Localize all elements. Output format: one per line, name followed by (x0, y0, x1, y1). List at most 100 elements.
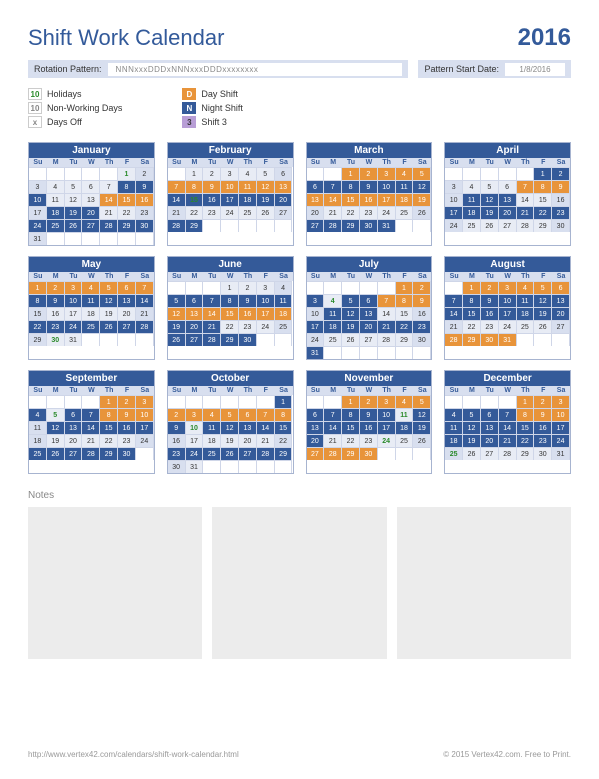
day-cell[interactable]: 20 (499, 206, 517, 219)
day-cell[interactable]: 17 (29, 206, 47, 219)
day-cell[interactable]: 19 (534, 307, 552, 320)
day-cell[interactable]: 18 (239, 193, 257, 206)
day-cell[interactable]: 1 (221, 281, 239, 294)
day-cell[interactable]: 21 (445, 320, 463, 333)
day-cell[interactable]: 15 (118, 193, 136, 206)
day-cell[interactable]: 12 (413, 408, 431, 421)
day-cell[interactable]: 2 (552, 167, 570, 180)
day-cell[interactable]: 7 (100, 180, 118, 193)
day-cell[interactable]: 4 (396, 167, 414, 180)
day-cell[interactable]: 28 (378, 333, 396, 346)
day-cell[interactable]: 15 (29, 307, 47, 320)
day-cell[interactable]: 6 (82, 180, 100, 193)
day-cell[interactable]: 30 (413, 333, 431, 346)
day-cell[interactable]: 26 (168, 333, 186, 346)
day-cell[interactable]: 22 (463, 320, 481, 333)
day-cell[interactable]: 19 (47, 434, 65, 447)
day-cell[interactable]: 3 (186, 408, 204, 421)
day-cell[interactable]: 21 (100, 206, 118, 219)
day-cell[interactable]: 2 (534, 395, 552, 408)
day-cell[interactable]: 1 (396, 281, 414, 294)
day-cell[interactable]: 3 (378, 395, 396, 408)
day-cell[interactable]: 1 (463, 281, 481, 294)
day-cell[interactable]: 24 (378, 206, 396, 219)
day-cell[interactable]: 4 (445, 408, 463, 421)
day-cell[interactable]: 8 (118, 180, 136, 193)
day-cell[interactable]: 17 (378, 193, 396, 206)
day-cell[interactable]: 14 (517, 193, 535, 206)
day-cell[interactable]: 22 (342, 434, 360, 447)
day-cell[interactable]: 25 (203, 447, 221, 460)
day-cell[interactable]: 27 (82, 219, 100, 232)
day-cell[interactable]: 16 (481, 307, 499, 320)
day-cell[interactable]: 24 (29, 219, 47, 232)
day-cell[interactable]: 5 (534, 281, 552, 294)
day-cell[interactable]: 25 (396, 206, 414, 219)
day-cell[interactable]: 17 (136, 421, 154, 434)
day-cell[interactable]: 18 (47, 206, 65, 219)
day-cell[interactable]: 22 (517, 434, 535, 447)
day-cell[interactable]: 4 (275, 281, 293, 294)
day-cell[interactable]: 10 (29, 193, 47, 206)
day-cell[interactable]: 15 (342, 193, 360, 206)
day-cell[interactable]: 8 (534, 180, 552, 193)
day-cell[interactable]: 4 (463, 180, 481, 193)
day-cell[interactable]: 28 (499, 447, 517, 460)
day-cell[interactable]: 12 (257, 180, 275, 193)
day-cell[interactable]: 18 (396, 193, 414, 206)
day-cell[interactable]: 10 (552, 408, 570, 421)
day-cell[interactable]: 10 (307, 307, 325, 320)
day-cell[interactable]: 10 (136, 408, 154, 421)
day-cell[interactable]: 13 (275, 180, 293, 193)
day-cell[interactable]: 17 (221, 193, 239, 206)
day-cell[interactable]: 21 (82, 434, 100, 447)
start-date-value[interactable]: 1/8/2016 (505, 63, 565, 76)
day-cell[interactable]: 3 (499, 281, 517, 294)
day-cell[interactable]: 17 (552, 421, 570, 434)
day-cell[interactable]: 5 (221, 408, 239, 421)
day-cell[interactable]: 26 (463, 447, 481, 460)
day-cell[interactable]: 27 (307, 219, 325, 232)
day-cell[interactable]: 23 (552, 206, 570, 219)
day-cell[interactable]: 25 (47, 219, 65, 232)
day-cell[interactable]: 10 (65, 294, 83, 307)
day-cell[interactable]: 14 (100, 193, 118, 206)
day-cell[interactable]: 8 (342, 180, 360, 193)
day-cell[interactable]: 19 (413, 421, 431, 434)
day-cell[interactable]: 18 (82, 307, 100, 320)
day-cell[interactable]: 2 (203, 167, 221, 180)
day-cell[interactable]: 22 (29, 320, 47, 333)
day-cell[interactable]: 29 (221, 333, 239, 346)
note-box[interactable] (397, 507, 571, 659)
day-cell[interactable]: 31 (186, 460, 204, 473)
day-cell[interactable]: 23 (360, 206, 378, 219)
day-cell[interactable]: 30 (239, 333, 257, 346)
day-cell[interactable]: 29 (118, 219, 136, 232)
day-cell[interactable]: 9 (360, 180, 378, 193)
day-cell[interactable]: 25 (275, 320, 293, 333)
day-cell[interactable]: 1 (275, 395, 293, 408)
day-cell[interactable]: 29 (463, 333, 481, 346)
day-cell[interactable]: 31 (65, 333, 83, 346)
day-cell[interactable]: 30 (168, 460, 186, 473)
day-cell[interactable]: 3 (307, 294, 325, 307)
day-cell[interactable]: 5 (257, 167, 275, 180)
day-cell[interactable]: 19 (257, 193, 275, 206)
day-cell[interactable]: 28 (257, 447, 275, 460)
day-cell[interactable]: 16 (168, 434, 186, 447)
day-cell[interactable]: 19 (342, 320, 360, 333)
day-cell[interactable]: 23 (47, 320, 65, 333)
day-cell[interactable]: 20 (186, 320, 204, 333)
day-cell[interactable]: 26 (413, 206, 431, 219)
day-cell[interactable]: 28 (136, 320, 154, 333)
day-cell[interactable]: 9 (239, 294, 257, 307)
day-cell[interactable]: 12 (221, 421, 239, 434)
day-cell[interactable]: 14 (445, 307, 463, 320)
day-cell[interactable]: 31 (29, 232, 47, 245)
day-cell[interactable]: 12 (342, 307, 360, 320)
day-cell[interactable]: 25 (82, 320, 100, 333)
day-cell[interactable]: 13 (481, 421, 499, 434)
day-cell[interactable]: 7 (136, 281, 154, 294)
day-cell[interactable]: 3 (257, 281, 275, 294)
day-cell[interactable]: 17 (378, 421, 396, 434)
